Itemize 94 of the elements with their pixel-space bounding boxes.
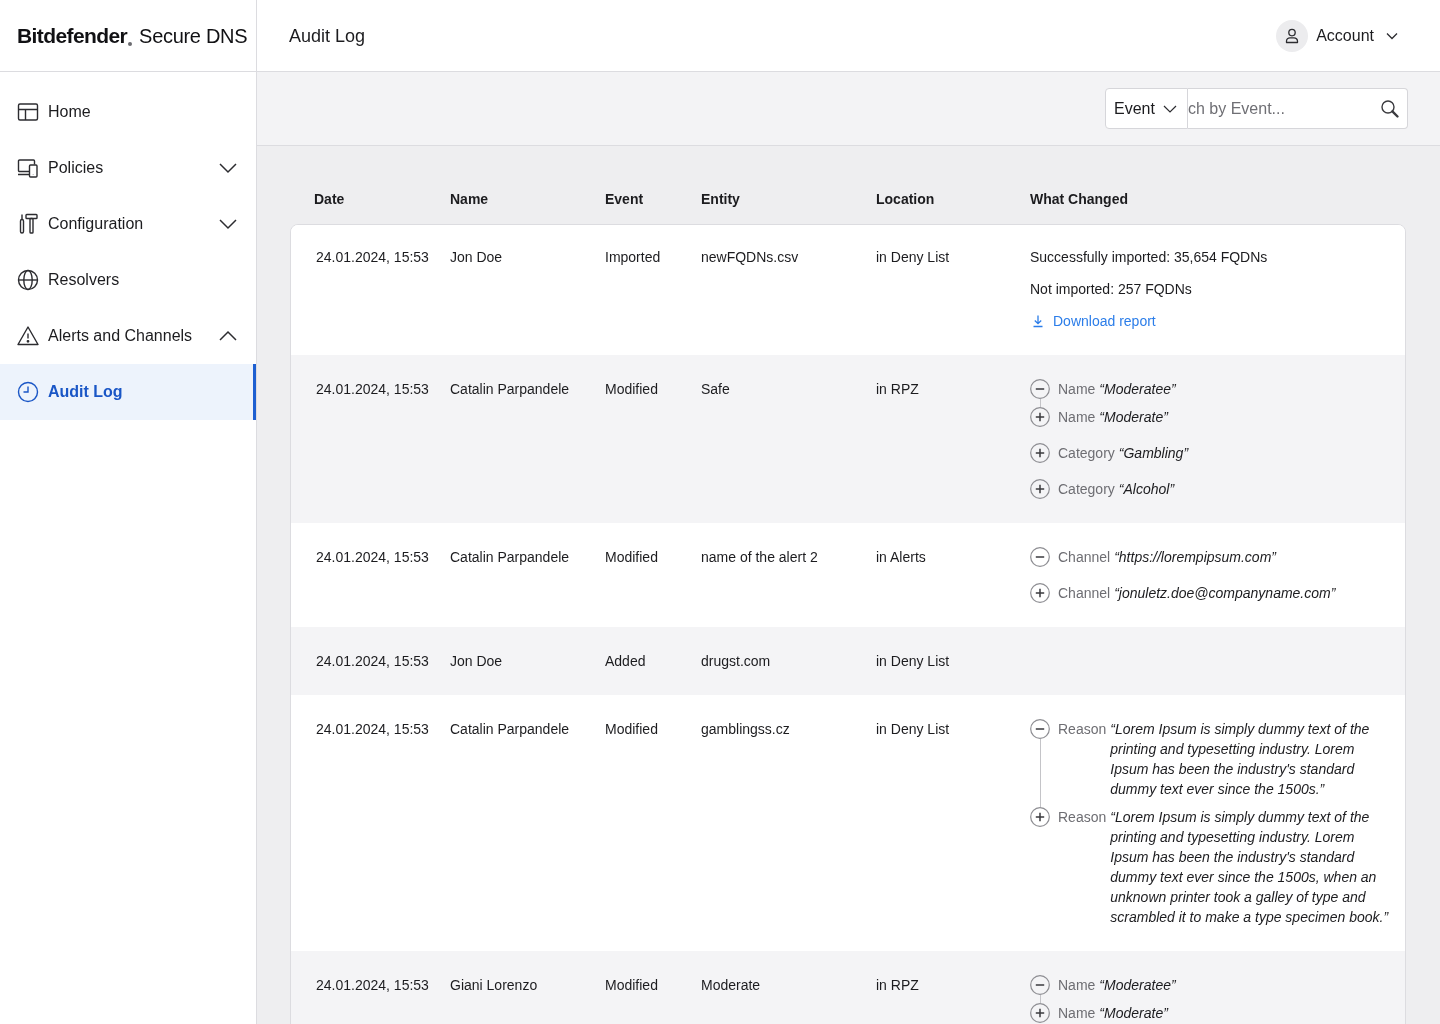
table-cell-text: 24.01.2024, 15:53 bbox=[316, 380, 430, 399]
connector-line bbox=[1039, 995, 1041, 1003]
connector-line bbox=[1039, 399, 1041, 407]
search-icon bbox=[1380, 98, 1400, 119]
column-header: Event bbox=[605, 190, 645, 209]
sidebar-item[interactable]: Configuration bbox=[0, 196, 256, 252]
change-label: Reason bbox=[1058, 808, 1107, 827]
download-report-link[interactable]: Download report bbox=[1030, 311, 1156, 331]
table-cell-text: 24.01.2024, 15:53 bbox=[316, 976, 430, 995]
plus-circle-icon bbox=[1030, 479, 1050, 499]
globe-icon bbox=[16, 268, 40, 292]
table-cell-text: drugst.com bbox=[701, 652, 772, 671]
change-value: “https://lorempipsum.com” bbox=[1114, 548, 1276, 567]
table-cell-text: Catalin Parpandele bbox=[450, 720, 571, 739]
sidebar-item[interactable]: Alerts and Channels bbox=[0, 308, 256, 364]
change-label: Channel bbox=[1058, 548, 1111, 567]
column-header: What Changed bbox=[1030, 190, 1129, 209]
change-label: Category bbox=[1058, 480, 1115, 499]
sidebar-item[interactable]: Home bbox=[0, 84, 256, 140]
change-label: Name bbox=[1058, 408, 1096, 427]
minus-circle-icon bbox=[1030, 975, 1050, 995]
minus-circle-icon bbox=[1030, 719, 1050, 739]
table-cell-text: Added bbox=[605, 652, 647, 671]
change-value: “Moderatee” bbox=[1099, 380, 1176, 399]
column-header: Name bbox=[450, 190, 490, 209]
plus-circle-icon bbox=[1030, 443, 1050, 463]
change-summary: Not imported: 257 FQDNs bbox=[1030, 280, 1193, 299]
table-cell-text: Modified bbox=[605, 380, 659, 399]
table-cell-text: 24.01.2024, 15:53 bbox=[316, 652, 430, 671]
change-label: Category bbox=[1058, 444, 1115, 463]
sidebar-item[interactable]: Resolvers bbox=[0, 252, 256, 308]
table-cell-text: Modified bbox=[605, 720, 659, 739]
table-cell-text: in RPZ bbox=[876, 380, 920, 399]
dot-icon bbox=[128, 42, 133, 46]
plus-circle-icon bbox=[1030, 1003, 1050, 1023]
search-input[interactable]: ch by Event... bbox=[1188, 89, 1380, 128]
minus-circle-icon bbox=[1030, 547, 1050, 567]
table-cell-text: 24.01.2024, 15:53 bbox=[316, 248, 430, 267]
event-filter-select[interactable]: Event bbox=[1105, 88, 1188, 129]
table-cell-text: Modified bbox=[605, 976, 659, 995]
sidebar-item[interactable]: Audit Log bbox=[0, 364, 256, 420]
change-value: “jonuletz.doe@companyname.com” bbox=[1114, 584, 1336, 603]
change-label: Name bbox=[1058, 1004, 1096, 1023]
change-value: “Alcohol” bbox=[1118, 480, 1175, 499]
table-cell-text: in Deny List bbox=[876, 652, 951, 671]
change-value: “Moderate” bbox=[1099, 1004, 1168, 1023]
clock-icon bbox=[16, 380, 40, 404]
table-cell-text: in Deny List bbox=[876, 720, 951, 739]
change-label: Channel bbox=[1058, 584, 1111, 603]
table-cell-text: newFQDNs.csv bbox=[701, 248, 800, 267]
minus-circle-icon bbox=[1030, 379, 1050, 399]
column-header: Date bbox=[314, 190, 346, 209]
devices-icon bbox=[16, 156, 40, 180]
table-cell-text: 24.01.2024, 15:53 bbox=[316, 720, 430, 739]
table-cell-text: Modified bbox=[605, 548, 659, 567]
table-cell-text: Safe bbox=[701, 380, 731, 399]
page-title: Audit Log bbox=[289, 24, 366, 48]
change-label: Reason bbox=[1058, 720, 1107, 739]
table-cell-text: in Deny List bbox=[876, 248, 951, 267]
table-cell-text: Catalin Parpandele bbox=[450, 548, 571, 567]
plus-circle-icon bbox=[1030, 407, 1050, 427]
table-cell-text: in Alerts bbox=[876, 548, 927, 567]
change-label: Name bbox=[1058, 380, 1096, 399]
column-header: Location bbox=[876, 190, 936, 209]
avatar-icon bbox=[1276, 19, 1309, 52]
table-cell-text: Imported bbox=[605, 248, 662, 267]
change-value: “Gambling” bbox=[1118, 444, 1189, 463]
table-cell-text: Jon Doe bbox=[450, 248, 504, 267]
table-cell-text: name of the alert 2 bbox=[701, 548, 819, 567]
product-name: Secure DNS bbox=[139, 23, 248, 49]
table-cell-text: 24.01.2024, 15:53 bbox=[316, 548, 430, 567]
brand-name: Bitdefender bbox=[17, 22, 128, 49]
column-header: Entity bbox=[701, 190, 741, 209]
table-cell-text: Jon Doe bbox=[450, 652, 504, 671]
change-label: Name bbox=[1058, 976, 1096, 995]
search-field[interactable]: ch by Event... bbox=[1188, 88, 1408, 129]
sidebar-item[interactable]: Policies bbox=[0, 140, 256, 196]
plus-circle-icon bbox=[1030, 583, 1050, 603]
change-value: “Lorem Ipsum is simply dummy text of the printing and typesetting industry. Lorem Ipsum has been the industry's standard dummy text ever since the 1500s, when an unknown printer took a galley of type and scrambled it to make a type specimen book.” bbox=[1110, 808, 1390, 927]
table-cell-text: Moderate bbox=[701, 976, 762, 995]
connector-line bbox=[1039, 739, 1041, 807]
table-cell-text: Giani Lorenzo bbox=[450, 976, 539, 995]
change-summary: Successfully imported: 35,654 FQDNs bbox=[1030, 248, 1269, 267]
account-menu-button[interactable]: Account bbox=[1276, 19, 1398, 52]
download-icon bbox=[1031, 314, 1045, 328]
warning-icon bbox=[16, 324, 40, 348]
table-cell-text: Catalin Parpandele bbox=[450, 380, 571, 399]
layout-icon bbox=[16, 100, 40, 124]
table-cell-text: gamblingss.cz bbox=[701, 720, 791, 739]
change-value: “Moderate” bbox=[1099, 408, 1168, 427]
table-cell-text: in RPZ bbox=[876, 976, 920, 995]
change-value: “Moderatee” bbox=[1099, 976, 1176, 995]
change-value: “Lorem Ipsum is simply dummy text of the printing and typesetting industry. Lorem Ipsum has been the industry's standard dummy text ever since the 1500s.” bbox=[1110, 720, 1371, 799]
plus-circle-icon bbox=[1030, 807, 1050, 827]
